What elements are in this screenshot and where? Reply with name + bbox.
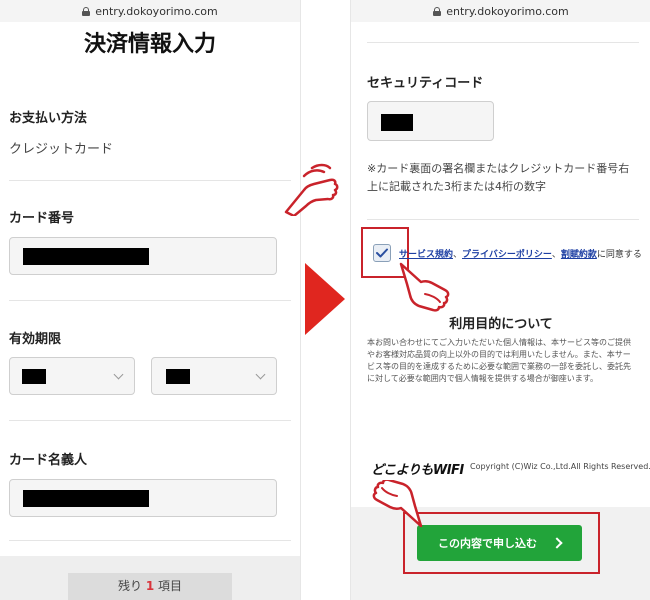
remaining-items-button[interactable]: 残り 1 項目 — [68, 573, 232, 600]
divider — [9, 180, 291, 181]
security-code-input[interactable] — [367, 101, 494, 141]
right-phone-screen: entry.dokoyorimo.com セキュリティコード ※カード裏面の署名… — [350, 0, 650, 600]
agreement-text: サービス規約、プライバシーポリシー、割賦約款に同意する — [399, 247, 642, 260]
pointing-hand-icon — [372, 480, 423, 528]
chevron-down-icon — [113, 369, 124, 380]
separator: 、 — [551, 250, 561, 260]
expiry-month-select[interactable] — [9, 357, 135, 395]
address-bar[interactable]: entry.dokoyorimo.com — [0, 0, 300, 22]
divider — [367, 219, 639, 220]
redacted-month — [22, 369, 46, 384]
address-bar[interactable]: entry.dokoyorimo.com — [351, 0, 650, 22]
remaining-count: 1 — [145, 579, 155, 593]
card-holder-input[interactable] — [9, 479, 277, 517]
divider — [9, 540, 291, 541]
security-code-note: ※カード裏面の署名欄またはクレジットカード番号右上に記載された3桁または4桁の数… — [367, 162, 630, 193]
redacted-card-holder — [23, 490, 149, 507]
expiry-year-select[interactable] — [151, 357, 277, 395]
redacted-security-code — [381, 114, 413, 131]
left-phone-screen: entry.dokoyorimo.com 決済情報入力 お支払い方法 クレジット… — [0, 0, 301, 600]
purpose-text: 本お問い合わせにてご入力いただいた個人情報は、本サービス等のご提供やお客様対応品… — [367, 338, 631, 383]
copyright-text: Copyright (C)Wiz Co.,Ltd.All Rights Rese… — [470, 462, 650, 471]
agree-suffix: に同意する — [596, 250, 642, 260]
remaining-suffix: 項目 — [158, 579, 183, 593]
security-code-label: セキュリティコード — [367, 76, 484, 91]
pointing-hand-icon — [284, 163, 339, 216]
service-logo: どこよりもWIFI — [371, 463, 464, 478]
installment-terms-link[interactable]: 割賦約款 — [561, 250, 597, 260]
chevron-down-icon — [255, 369, 266, 380]
divider — [9, 300, 291, 301]
payment-method-value: クレジットカード — [9, 142, 114, 157]
terms-link[interactable]: サービス規約 — [399, 250, 453, 260]
payment-method-label: お支払い方法 — [9, 111, 88, 126]
url-text: entry.dokoyorimo.com — [95, 4, 218, 18]
lock-icon — [433, 6, 442, 16]
divider — [367, 42, 639, 43]
url-text: entry.dokoyorimo.com — [446, 4, 569, 18]
lock-icon — [82, 6, 91, 16]
separator: 、 — [453, 250, 463, 260]
card-holder-label: カード名義人 — [9, 453, 88, 468]
pointing-hand-icon — [399, 262, 450, 312]
remaining-prefix: 残り — [117, 579, 142, 593]
divider — [9, 420, 291, 421]
expiry-label: 有効期限 — [9, 332, 62, 347]
redacted-card-number — [23, 248, 149, 265]
card-number-input[interactable] — [9, 237, 277, 275]
redacted-year — [166, 369, 190, 384]
submit-highlight-frame — [403, 512, 600, 574]
purpose-title: 利用目的について — [449, 317, 553, 332]
page-title: 決済情報入力 — [83, 32, 216, 57]
privacy-policy-link[interactable]: プライバシーポリシー — [462, 250, 552, 260]
next-step-arrow-icon — [305, 263, 345, 335]
card-number-label: カード番号 — [9, 211, 75, 226]
